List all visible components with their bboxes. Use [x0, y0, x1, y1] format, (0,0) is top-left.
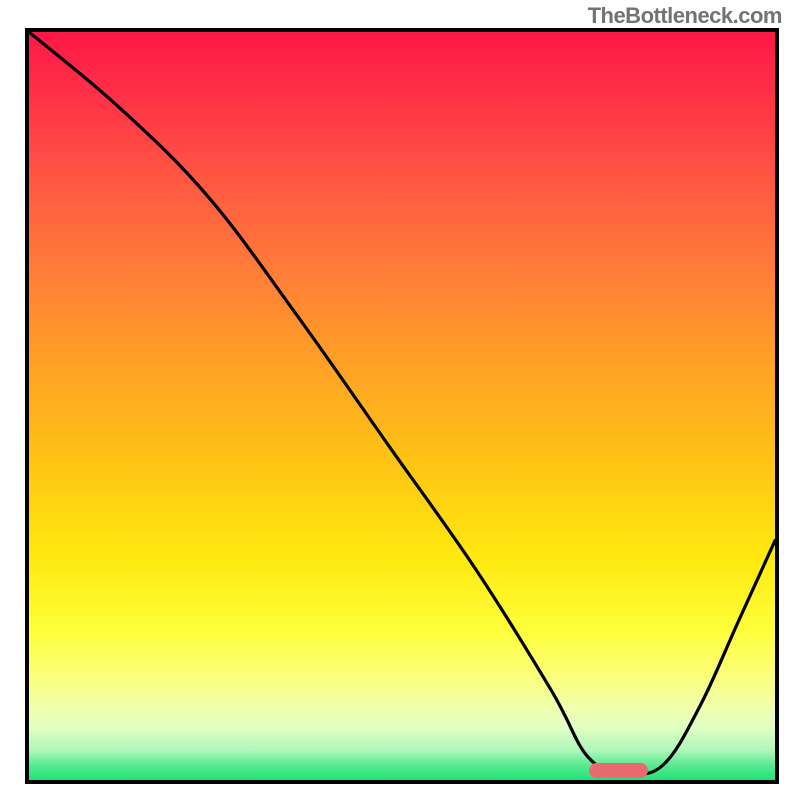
plot-frame — [25, 28, 779, 784]
optimal-marker — [589, 763, 649, 778]
chart-container: TheBottleneck.com — [0, 0, 800, 800]
curve-path — [29, 32, 775, 774]
bottleneck-curve — [29, 32, 775, 780]
watermark-text: TheBottleneck.com — [588, 3, 782, 29]
